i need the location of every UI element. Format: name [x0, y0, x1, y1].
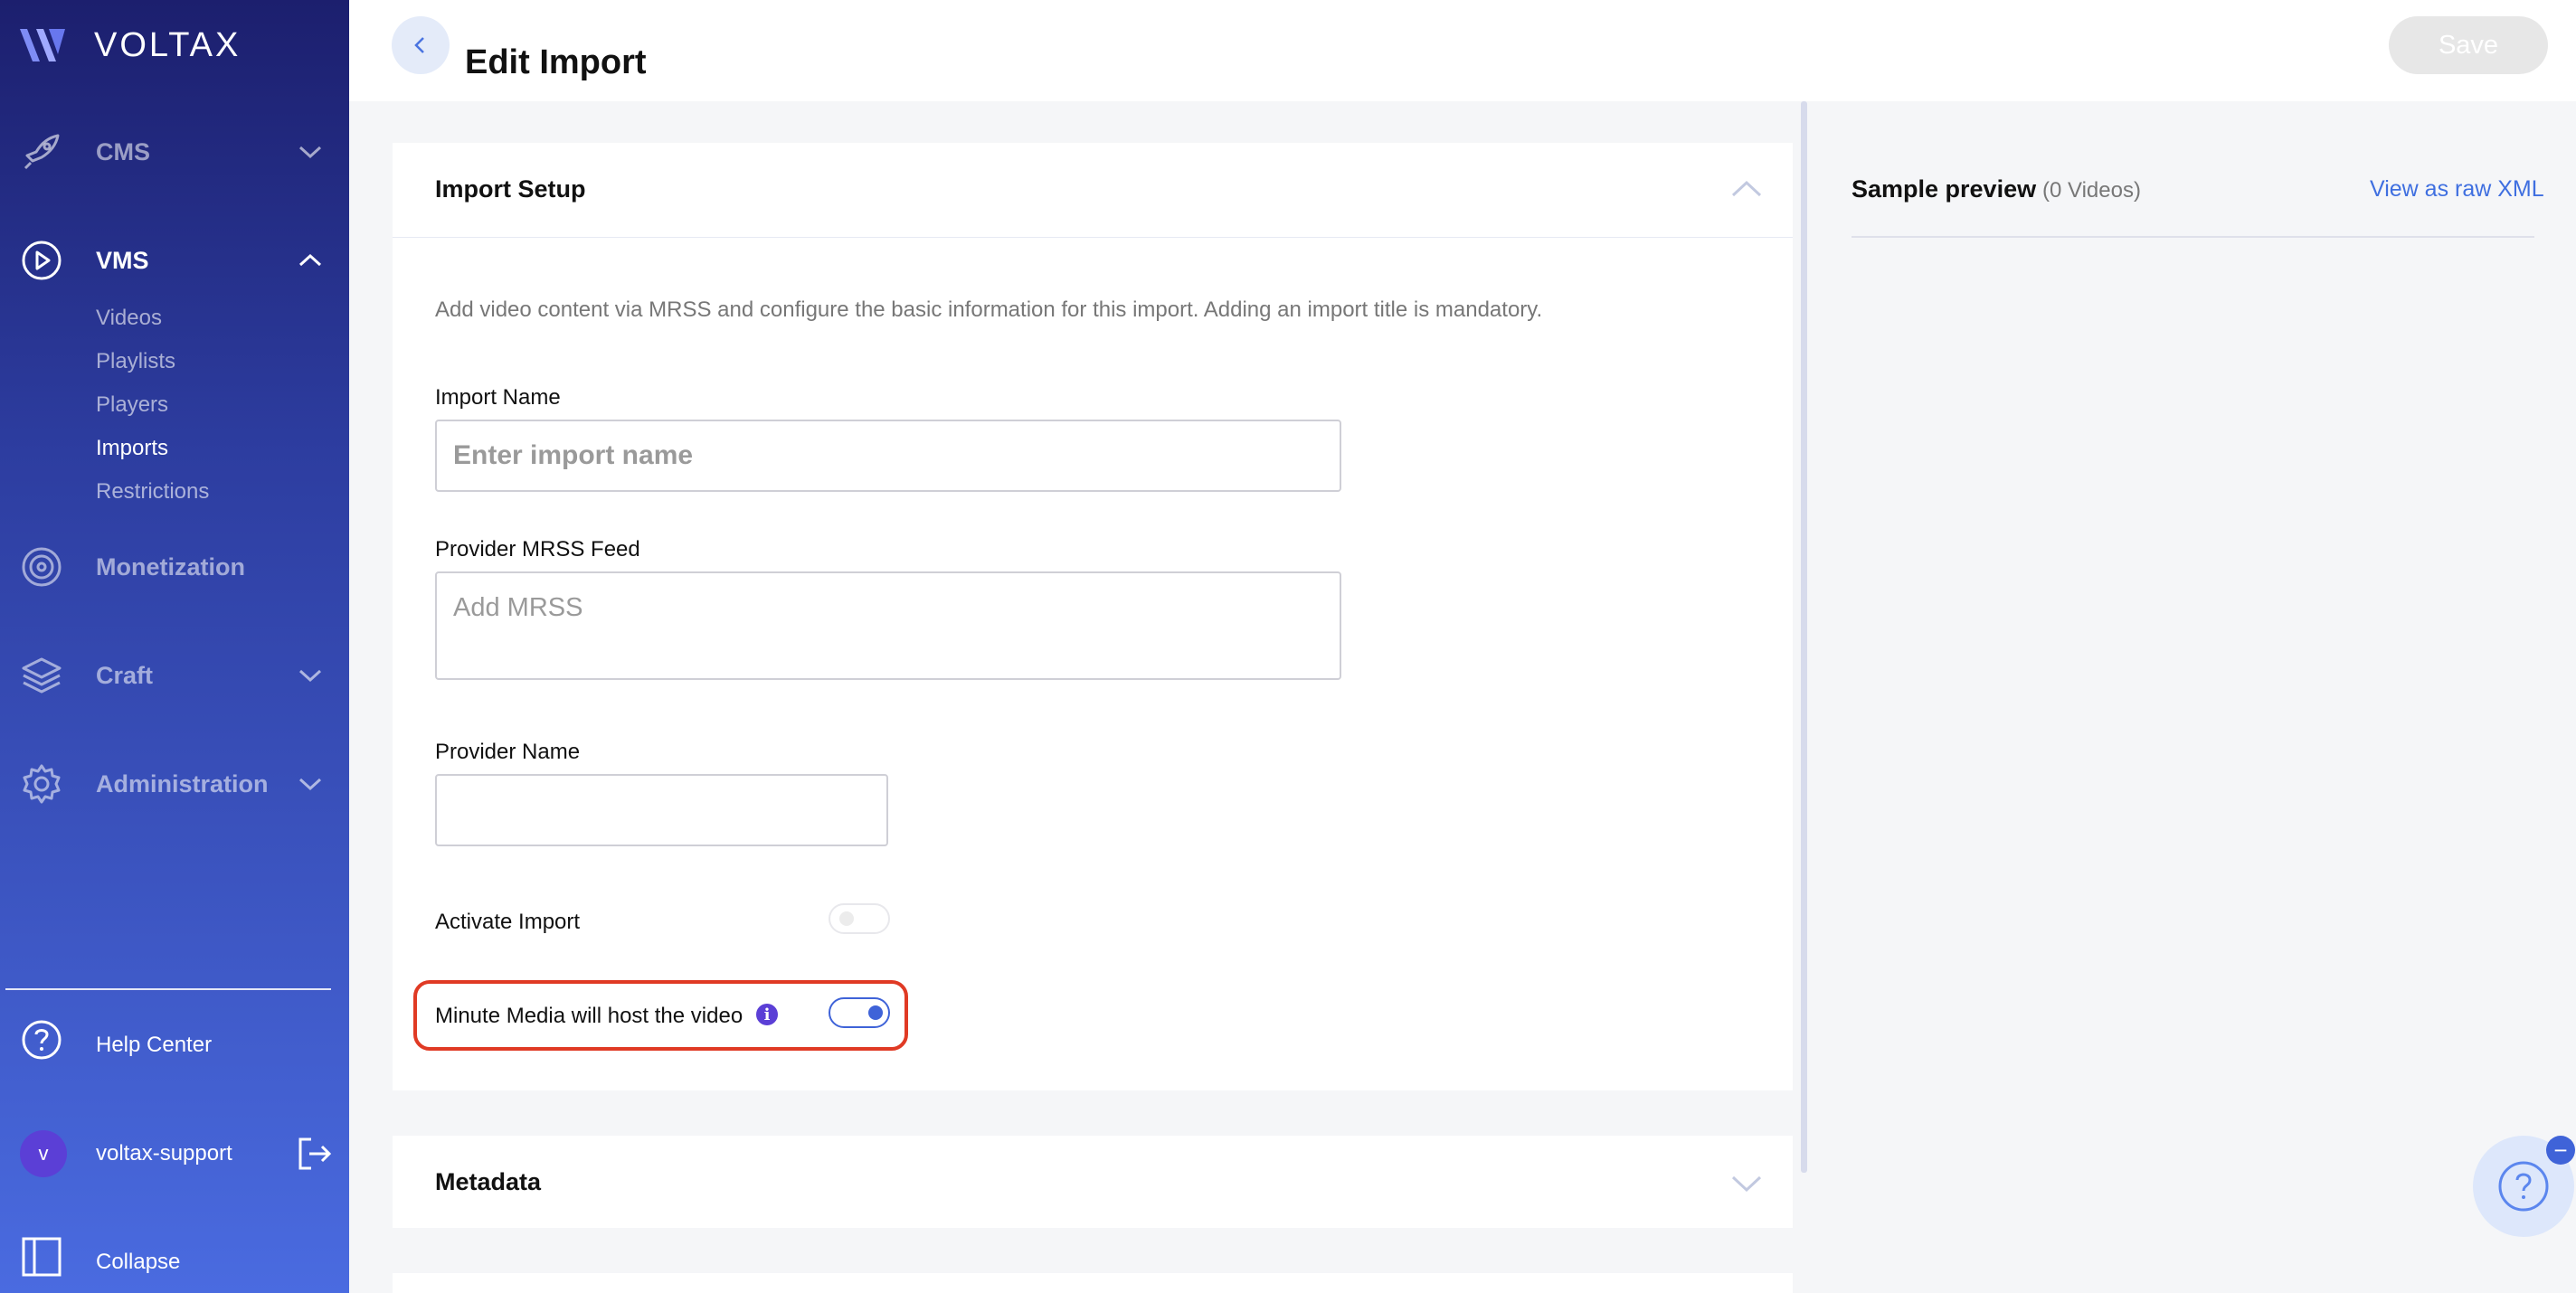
logout-icon[interactable] [297, 1136, 333, 1172]
host-video-toggle[interactable] [829, 997, 890, 1028]
scrollbar[interactable] [1801, 101, 1807, 1173]
preview-title: Sample preview [1852, 175, 2037, 203]
chevron-up-icon[interactable] [1729, 177, 1764, 201]
import-setup-description: Add video content via MRSS and configure… [435, 297, 1543, 322]
sidebar-help-center[interactable]: Help Center [0, 1018, 349, 1072]
activate-import-label: Activate Import [435, 910, 581, 934]
rocket-icon [24, 134, 60, 170]
sidebar-item-cms[interactable]: CMS [0, 125, 349, 179]
help-circle-icon [22, 1020, 62, 1060]
help-circle-icon [2498, 1161, 2549, 1212]
sidebar-subitem-imports[interactable]: Imports [96, 436, 168, 461]
mrss-label: Provider MRSS Feed [435, 537, 640, 562]
sidebar-divider [5, 988, 331, 990]
sidebar-user[interactable]: v voltax-support [0, 1127, 349, 1181]
provider-name-input[interactable] [435, 774, 888, 846]
sidebar-item-label: Administration [96, 769, 269, 798]
host-video-label: Minute Media will host the video [435, 1004, 743, 1028]
view-raw-xml-link[interactable]: View as raw XML [2370, 176, 2544, 203]
chevron-down-icon[interactable] [1729, 1172, 1764, 1195]
preview-count: (0 Videos) [2042, 178, 2141, 203]
chevron-down-icon [298, 778, 322, 791]
toggle-knob [839, 911, 854, 926]
import-setup-title[interactable]: Import Setup [435, 175, 586, 203]
target-icon [22, 547, 62, 587]
play-circle-icon [22, 241, 62, 280]
toggle-knob [868, 1005, 883, 1020]
preview-panel [1809, 101, 2576, 1293]
mrss-input[interactable] [435, 571, 1341, 680]
chevron-down-icon [298, 669, 322, 683]
sidebar-item-label: CMS [96, 137, 150, 165]
sidebar-subitem-playlists[interactable]: Playlists [96, 349, 175, 374]
sidebar-item-craft[interactable]: Craft [0, 648, 349, 703]
sidebar-subitem-players[interactable]: Players [96, 392, 168, 418]
brand-name: VOLTAX [94, 25, 242, 64]
sidebar: VOLTAX CMS VMS Videos Playlists Players … [0, 0, 349, 1293]
chevron-up-icon [298, 253, 322, 267]
user-name: voltax-support [96, 1141, 232, 1166]
sidebar-item-label: Craft [96, 661, 154, 689]
metadata-title[interactable]: Metadata [435, 1168, 541, 1196]
sidebar-item-label: Monetization [96, 552, 245, 580]
import-name-input[interactable] [435, 420, 1341, 492]
section-divider [393, 237, 1793, 238]
layers-icon [22, 657, 62, 694]
sidebar-collapse[interactable]: Collapse [0, 1235, 349, 1289]
import-name-label: Import Name [435, 385, 561, 410]
sidebar-item-administration[interactable]: Administration [0, 757, 349, 811]
minimize-icon[interactable]: − [2546, 1136, 2575, 1165]
collapse-panel-icon [22, 1237, 62, 1277]
chevron-left-icon [414, 37, 424, 53]
page-title: Edit Import [465, 43, 647, 81]
brand-logo[interactable]: VOLTAX [18, 25, 241, 65]
collapse-label: Collapse [96, 1250, 181, 1274]
metadata-card[interactable] [393, 1136, 1793, 1228]
back-button[interactable] [392, 16, 450, 74]
save-button[interactable]: Save [2389, 16, 2548, 74]
sidebar-subitem-videos[interactable]: Videos [96, 306, 162, 331]
gear-icon [23, 764, 61, 804]
activate-import-toggle[interactable] [829, 903, 890, 934]
top-bar [349, 0, 2576, 101]
sidebar-item-vms[interactable]: VMS [0, 233, 349, 288]
avatar: v [20, 1130, 67, 1177]
voltax-logo-icon [20, 29, 65, 61]
preview-divider [1852, 236, 2534, 238]
sidebar-item-label: VMS [96, 246, 149, 274]
sidebar-help-label: Help Center [96, 1033, 213, 1057]
sidebar-subitem-restrictions[interactable]: Restrictions [96, 479, 209, 505]
info-icon[interactable]: i [756, 1004, 778, 1025]
sidebar-item-monetization[interactable]: Monetization [0, 540, 349, 594]
provider-name-label: Provider Name [435, 740, 581, 764]
next-section-card [393, 1273, 1793, 1293]
chevron-down-icon [298, 146, 322, 159]
